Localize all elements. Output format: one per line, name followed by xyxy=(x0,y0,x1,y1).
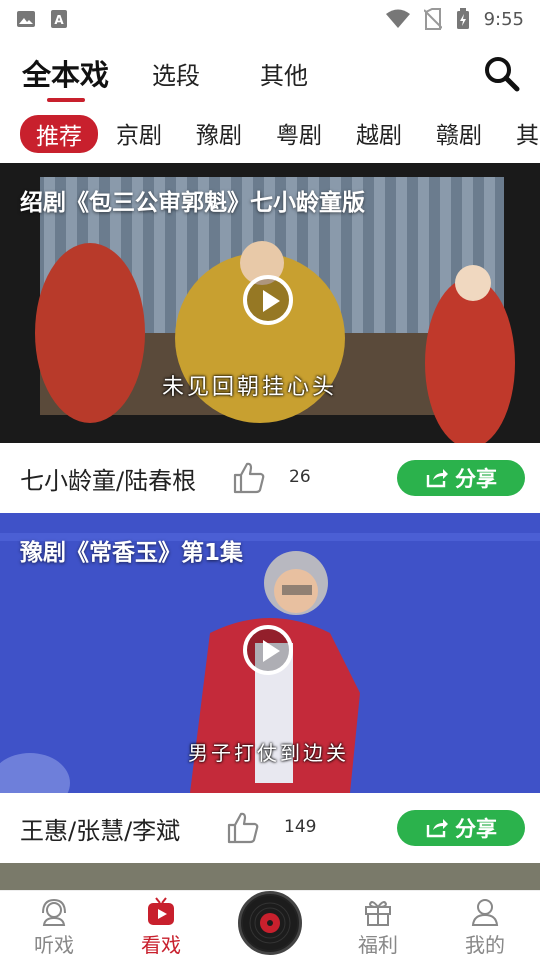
search-icon[interactable] xyxy=(482,54,522,94)
image-notification-icon xyxy=(17,11,35,27)
bottom-nav: 听戏 看戏 福利 我的 xyxy=(0,890,540,960)
gift-icon xyxy=(365,901,391,926)
play-button-icon[interactable] xyxy=(243,625,293,675)
tab-full-opera[interactable]: 全本戏 xyxy=(22,52,109,94)
video-title: 绍剧《包三公审郭魁》七小龄童版 xyxy=(20,190,365,216)
person-icon xyxy=(471,899,499,926)
like-count: 149 xyxy=(284,817,317,837)
vinyl-disc-icon xyxy=(243,896,297,950)
nav-watch-label: 看戏 xyxy=(141,933,181,957)
genre-yu-opera[interactable]: 豫剧 xyxy=(196,116,242,150)
nav-watch[interactable]: 看戏 xyxy=(121,897,201,958)
share-icon xyxy=(426,469,448,488)
share-icon xyxy=(426,819,448,838)
genre-yue-opera[interactable]: 越剧 xyxy=(356,116,402,150)
genre-more[interactable]: 其 xyxy=(516,116,539,150)
nav-benefits[interactable]: 福利 xyxy=(338,897,418,958)
share-button[interactable]: 分享 xyxy=(397,460,525,496)
wifi-icon xyxy=(385,9,410,28)
battery-charging-icon xyxy=(456,8,469,29)
nav-listen-label: 听戏 xyxy=(34,933,74,957)
record-player-button[interactable] xyxy=(238,891,302,955)
status-bar: A 9:55 xyxy=(0,0,540,38)
share-label: 分享 xyxy=(455,467,497,491)
headphones-icon xyxy=(42,898,66,926)
share-label: 分享 xyxy=(455,817,497,841)
video-thumbnail[interactable]: 绍剧《包三公审郭魁》七小龄童版 未见回朝挂心头 xyxy=(0,163,540,443)
nav-listen[interactable]: 听戏 xyxy=(14,897,94,958)
video-thumbnail-partial[interactable] xyxy=(0,863,540,890)
genre-peking-opera[interactable]: 京剧 xyxy=(116,116,162,150)
play-button-icon[interactable] xyxy=(243,275,293,325)
top-tabs: 全本戏 选段 其他 xyxy=(0,48,540,104)
like-icon[interactable] xyxy=(226,811,260,845)
nav-mine[interactable]: 我的 xyxy=(445,897,525,958)
genre-filter-row: 推荐 京剧 豫剧 粤剧 越剧 赣剧 其 xyxy=(0,112,540,154)
like-icon[interactable] xyxy=(232,461,266,495)
active-tab-indicator xyxy=(47,98,85,102)
like-count: 26 xyxy=(289,467,311,487)
video-info-row: 七小龄童/陆春根 26 分享 xyxy=(0,443,540,515)
svg-text:A: A xyxy=(54,13,64,27)
no-sim-icon xyxy=(423,8,442,30)
video-caption: 未见回朝挂心头 xyxy=(162,375,338,400)
genre-recommended[interactable]: 推荐 xyxy=(20,115,98,153)
share-button[interactable]: 分享 xyxy=(397,810,525,846)
genre-cantonese-opera[interactable]: 粤剧 xyxy=(276,116,322,150)
tab-excerpts[interactable]: 选段 xyxy=(152,56,200,91)
nav-mine-label: 我的 xyxy=(465,933,505,957)
performers-text: 王惠/张慧/李斌 xyxy=(20,817,181,845)
video-title: 豫剧《常香玉》第1集 xyxy=(20,540,244,566)
tv-icon xyxy=(148,897,174,925)
status-time: 9:55 xyxy=(483,8,524,30)
performers-text: 七小龄童/陆春根 xyxy=(20,467,197,495)
genre-gan-opera[interactable]: 赣剧 xyxy=(436,116,482,150)
tab-other[interactable]: 其他 xyxy=(260,56,308,91)
app-notification-icon: A xyxy=(51,10,67,28)
video-caption: 男子打仗到边关 xyxy=(188,741,349,765)
nav-benefits-label: 福利 xyxy=(358,933,398,957)
video-thumbnail[interactable]: 豫剧《常香玉》第1集 男子打仗到边关 xyxy=(0,513,540,793)
video-info-row: 王惠/张慧/李斌 149 分享 xyxy=(0,793,540,865)
